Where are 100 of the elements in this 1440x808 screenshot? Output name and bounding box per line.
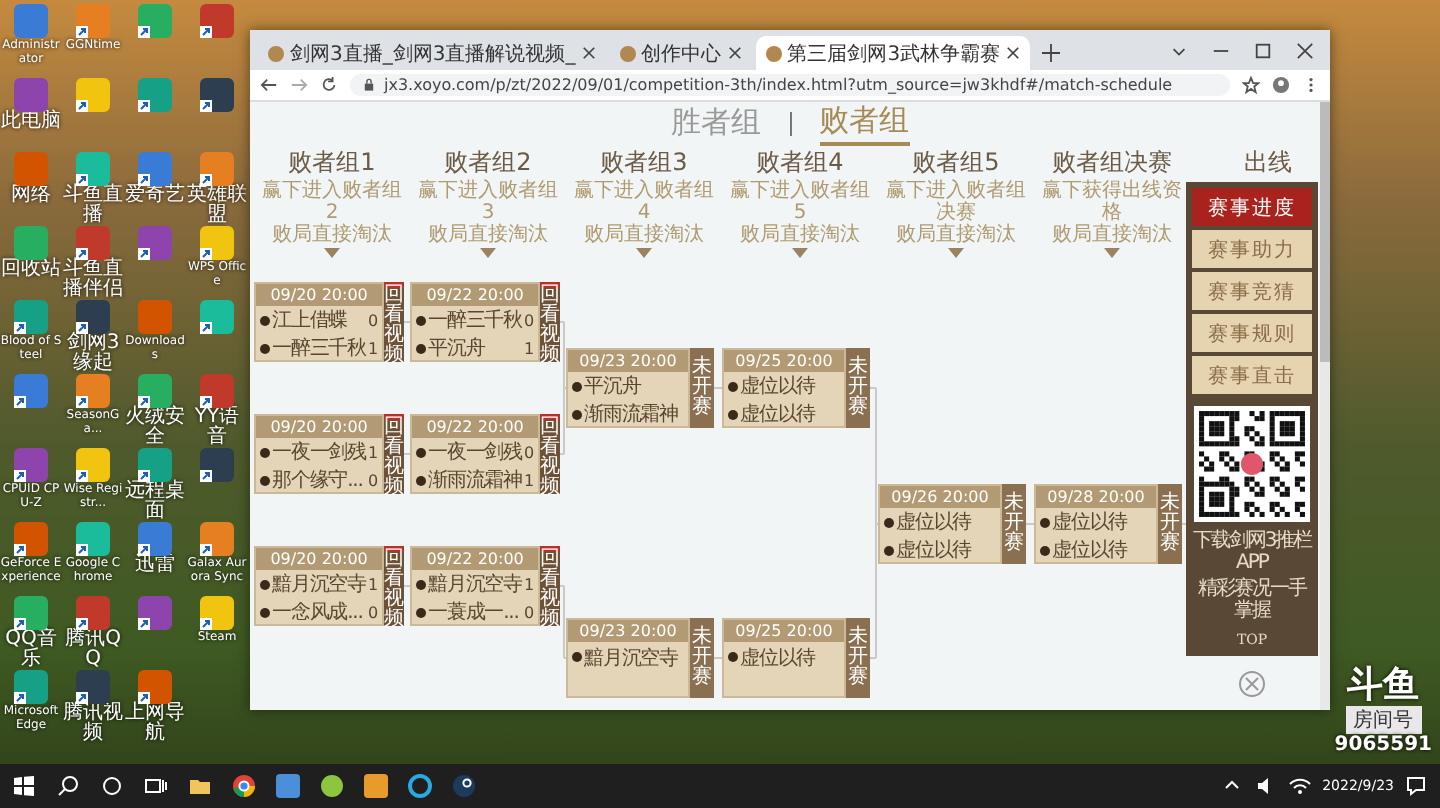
search-icon[interactable] (56, 774, 80, 798)
side-menu-item[interactable]: 赛事规则 (1192, 314, 1312, 352)
star-icon[interactable] (1242, 76, 1260, 94)
qr-code (1194, 406, 1310, 522)
steam-icon[interactable] (452, 774, 476, 798)
app-icon[interactable] (138, 670, 172, 704)
chrome-icon[interactable] (232, 774, 256, 798)
app-icon[interactable] (138, 4, 172, 38)
app-icon[interactable] (76, 78, 110, 112)
match-status-tag[interactable]: 回看视频 (384, 546, 405, 626)
team-emblem-icon (572, 409, 582, 419)
side-menu-item[interactable]: 赛事直击 (1192, 356, 1312, 394)
close-icon[interactable] (1006, 46, 1021, 60)
match-status-tag[interactable]: 未开赛 (846, 348, 870, 428)
app-icon[interactable] (138, 78, 172, 112)
app-icon[interactable] (138, 522, 172, 556)
folder-icon[interactable] (188, 774, 212, 798)
browser-tab[interactable]: 第三届剑网3武林争霸赛 (755, 36, 1031, 70)
match-status-tag[interactable]: 回看视频 (384, 282, 405, 362)
team-emblem-icon (1040, 545, 1050, 555)
team-emblem-icon (416, 343, 426, 353)
icon-label: 回收站 (1, 260, 61, 280)
maximize-icon[interactable] (1254, 42, 1272, 60)
match-status-tag[interactable]: 未开赛 (846, 618, 870, 698)
match-status-tag[interactable]: 未开赛 (690, 618, 714, 698)
app-icon[interactable] (200, 374, 234, 408)
match-time: 09/28 20:00 (1036, 486, 1156, 508)
team-name: 黯月沉空寺 (272, 571, 367, 598)
match-status-tag[interactable]: 未开赛 (690, 348, 714, 428)
app-icon[interactable] (200, 300, 234, 334)
back-icon[interactable] (260, 76, 278, 94)
qr-caption: 下载剑网3推栏APP (1192, 530, 1312, 574)
down-triangle-icon (792, 248, 808, 258)
address-bar[interactable]: jx3.xoyo.com/p/zt/2022/09/01/competition-3th/index.html?utm_source=jw3khdf#/match-schedule (350, 74, 1230, 96)
icon-label: 此电脑 (1, 112, 61, 132)
app-icon[interactable] (200, 448, 234, 482)
team-name: 虚位以待 (896, 537, 974, 564)
app-icon[interactable] (76, 152, 110, 186)
app-icon[interactable] (76, 596, 110, 630)
app-icon[interactable] (138, 226, 172, 260)
app-icon[interactable] (408, 774, 432, 798)
browser-tab[interactable]: 剑网3直播_剑网3直播解说视频_ (258, 36, 606, 70)
match-status-tag[interactable]: 回看视频 (384, 414, 405, 494)
favicon-icon (765, 45, 782, 61)
app-icon[interactable] (320, 774, 344, 798)
app-icon[interactable] (14, 522, 48, 556)
close-icon[interactable] (581, 46, 596, 60)
app-icon[interactable] (76, 4, 110, 38)
app-icon[interactable] (14, 448, 48, 482)
match-status-tag[interactable]: 未开赛 (1002, 484, 1026, 564)
match-status-tag[interactable]: 未开赛 (1158, 484, 1182, 564)
app-icon[interactable] (200, 596, 234, 630)
side-menu-item[interactable]: 赛事竞猜 (1192, 272, 1312, 310)
app-icon[interactable] (76, 226, 110, 260)
wifi-icon[interactable] (1288, 774, 1313, 798)
app-icon[interactable] (200, 4, 234, 38)
team-name: 那个缘守... (272, 467, 365, 494)
close-icon[interactable] (727, 46, 742, 60)
task-view-icon[interactable] (144, 774, 168, 798)
side-menu-item[interactable]: 赛事进度 (1192, 188, 1312, 226)
side-menu-item[interactable]: 赛事助力 (1192, 230, 1312, 268)
windows-start-icon[interactable] (12, 774, 36, 798)
app-icon[interactable] (14, 374, 48, 408)
app-icon[interactable] (14, 300, 48, 334)
match-status-tag[interactable]: 回看视频 (540, 414, 561, 494)
round-note: 赢下进入败者组4 (572, 180, 716, 224)
profile-icon[interactable] (1272, 76, 1290, 94)
app-icon[interactable] (14, 670, 48, 704)
match-status-tag[interactable]: 回看视频 (540, 546, 561, 626)
app-icon[interactable] (138, 152, 172, 186)
notification-icon[interactable] (1404, 774, 1428, 798)
down-triangle-icon (324, 248, 340, 258)
app-icon[interactable] (76, 448, 110, 482)
team-name: 黯月沉空寺 (584, 645, 681, 671)
app-icon[interactable] (14, 596, 48, 630)
match-time: 09/26 20:00 (880, 486, 1000, 508)
browser-tab[interactable]: 创作中心 (609, 36, 752, 70)
down-triangle-icon (1104, 248, 1120, 258)
team-emblem-icon (884, 517, 894, 527)
app-icon[interactable] (138, 596, 172, 630)
circle-icon[interactable] (100, 774, 124, 798)
team-name: 一念风成... (272, 599, 365, 626)
app-icon[interactable] (76, 522, 110, 556)
app-icon[interactable] (76, 300, 110, 334)
team-score: 1 (524, 471, 535, 489)
app-icon[interactable] (76, 374, 110, 408)
app-icon[interactable] (200, 78, 234, 112)
icon-label: 斗鱼直播 (62, 186, 124, 226)
app-icon[interactable] (200, 226, 234, 260)
close-icon[interactable] (1296, 42, 1314, 60)
team-emblem-icon (416, 579, 426, 589)
match-status-tag[interactable]: 回看视频 (540, 282, 561, 362)
app-icon[interactable] (200, 152, 234, 186)
reload-icon[interactable] (320, 76, 338, 94)
app-icon[interactable] (138, 448, 172, 482)
app-icon[interactable] (200, 522, 234, 556)
team-emblem-icon (260, 447, 270, 457)
app-icon[interactable] (138, 374, 172, 408)
new-tab-icon[interactable] (1042, 44, 1061, 62)
app-icon[interactable] (76, 670, 110, 704)
